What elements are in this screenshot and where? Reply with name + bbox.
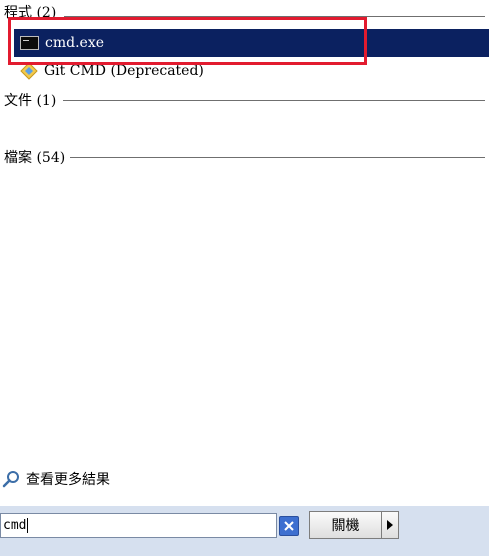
section-divider-programs	[64, 16, 485, 17]
search-input[interactable]: cmd	[0, 513, 277, 538]
chevron-right-icon	[387, 520, 393, 530]
cmd-icon	[20, 36, 39, 50]
magnifier-icon	[2, 470, 20, 488]
section-divider-files	[70, 157, 485, 158]
shutdown-options-button[interactable]	[381, 511, 399, 539]
see-more-label: 查看更多結果	[26, 472, 110, 488]
clear-search-button[interactable]	[279, 516, 299, 536]
shutdown-label: 關機	[331, 518, 360, 534]
section-divider-documents	[63, 100, 485, 101]
text-caret	[27, 518, 29, 533]
section-header-documents: 文件 (1)	[4, 91, 64, 109]
result-item-cmd[interactable]: cmd.exe	[14, 29, 489, 57]
close-icon	[284, 521, 294, 531]
section-header-programs: 程式 (2)	[4, 3, 64, 21]
section-header-files: 檔案 (54)	[4, 148, 73, 166]
section-label-programs: 程式 (2)	[4, 5, 57, 21]
result-label-git-cmd: Git CMD (Deprecated)	[44, 63, 204, 79]
section-label-files: 檔案 (54)	[4, 150, 66, 166]
see-more-results-link[interactable]: 查看更多結果	[2, 468, 110, 490]
search-input-value: cmd	[3, 518, 27, 533]
result-item-git-cmd[interactable]: Git CMD (Deprecated)	[14, 57, 489, 85]
result-label-cmd: cmd.exe	[45, 35, 104, 51]
shutdown-button[interactable]: 關機	[309, 511, 381, 539]
section-label-documents: 文件 (1)	[4, 93, 57, 109]
git-icon	[20, 62, 38, 80]
